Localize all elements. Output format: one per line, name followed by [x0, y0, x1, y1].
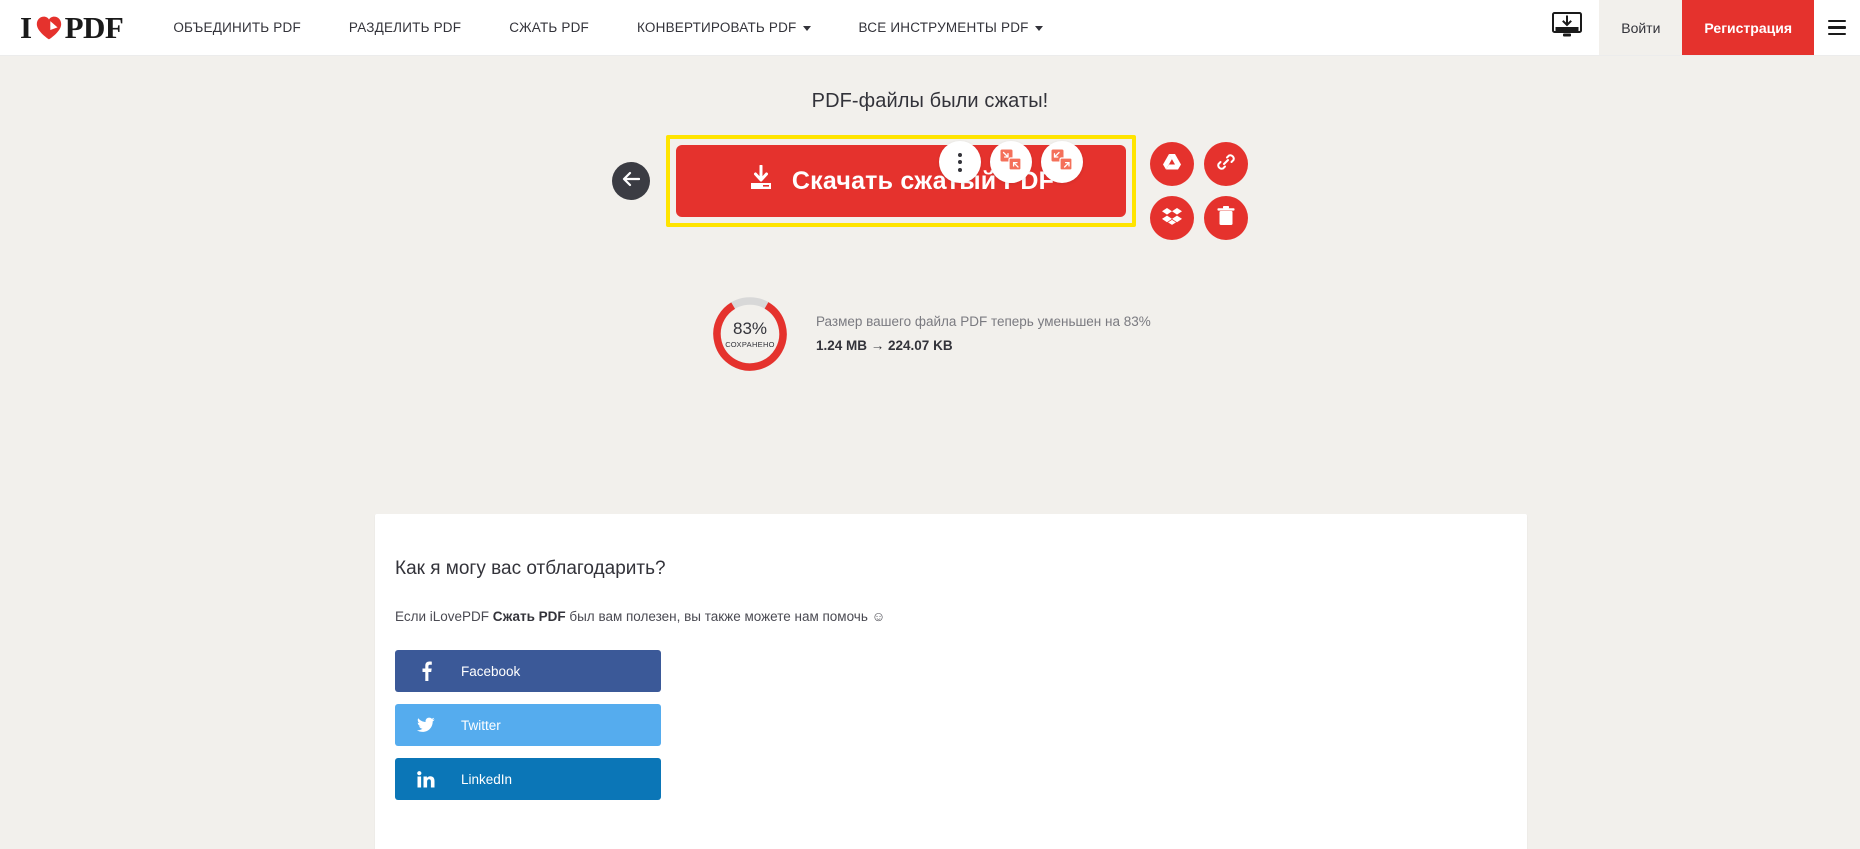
thank-you-card: Как я могу вас отблагодарить? Если iLove…	[375, 514, 1527, 849]
stats-text-block: Размер вашего файла PDF теперь уменьшен …	[816, 312, 1151, 357]
google-drive-button[interactable]	[1150, 142, 1194, 186]
card-title: Как я могу вас отблагодарить?	[395, 558, 666, 579]
stats-description: Размер вашего файла PDF теперь уменьшен …	[816, 313, 1151, 329]
card-subtitle-bold: Сжать PDF	[492, 609, 566, 624]
compress-icon	[1000, 149, 1022, 176]
logo-text-left: I	[20, 9, 32, 45]
side-action-buttons	[1150, 142, 1248, 240]
google-drive-icon	[1162, 153, 1182, 176]
signup-label: Регистрация	[1704, 19, 1792, 36]
page-title: PDF-файлы были сжаты!	[811, 90, 1049, 112]
savings-donut-chart: 83% СОХРАНЕНО	[710, 294, 790, 374]
nav-item-compress-pdf[interactable]: СЖАТЬ PDF	[485, 0, 613, 56]
share-facebook-button[interactable]: Facebook	[395, 650, 661, 693]
sub-action-buttons	[939, 141, 1083, 183]
nav-label: ОБЪЕДИНИТЬ PDF	[173, 19, 301, 35]
linkedin-icon	[417, 770, 435, 788]
share-linkedin-button[interactable]: LinkedIn	[395, 758, 661, 801]
nav-label: ВСЕ ИНСТРУМЕНТЫ PDF	[858, 19, 1029, 35]
compress-again-button[interactable]	[990, 141, 1032, 183]
more-options-icon	[958, 152, 962, 172]
nav-item-all-pdf-tools[interactable]: ВСЕ ИНСТРУМЕНТЫ PDF	[835, 0, 1067, 56]
nav-label: КОНВЕРТИРОВАТЬ PDF	[637, 19, 797, 35]
trash-icon	[1217, 205, 1235, 231]
compression-stats: 83% СОХРАНЕНО Размер вашего файла PDF те…	[0, 294, 1860, 374]
expand-button[interactable]	[1041, 141, 1083, 183]
copy-link-button[interactable]	[1204, 142, 1248, 186]
main-navigation: ОБЪЕДИНИТЬ PDF РАЗДЕЛИТЬ PDF СЖАТЬ PDF К…	[149, 0, 1066, 55]
back-button[interactable]	[612, 162, 650, 200]
heart-icon	[36, 15, 62, 41]
chevron-down-icon	[1034, 26, 1043, 31]
nav-item-convert-pdf[interactable]: КОНВЕРТИРОВАТЬ PDF	[613, 0, 835, 56]
facebook-icon	[417, 661, 435, 682]
logo-text-right: PDF	[64, 9, 124, 45]
donut-svg	[713, 297, 787, 371]
nav-label: СЖАТЬ PDF	[509, 19, 590, 35]
download-section: Скачать сжатый PDF	[0, 135, 1860, 240]
desktop-download-icon	[1552, 12, 1583, 43]
card-subtitle-part2: был вам полезен, вы также можете нам пом…	[565, 609, 886, 624]
card-subtitle: Если iLovePDF Сжать PDF был вам полезен,…	[395, 606, 895, 628]
hamburger-menu-icon[interactable]	[1814, 0, 1860, 55]
site-header: I PDF ОБЪЕДИНИТЬ PDF РАЗДЕЛИТЬ PDF СЖАТЬ…	[0, 0, 1860, 56]
card-subtitle-part1: Если iLovePDF	[395, 609, 493, 624]
more-options-button[interactable]	[939, 141, 981, 183]
share-twitter-button[interactable]: Twitter	[395, 704, 661, 747]
social-label: Twitter	[461, 717, 501, 733]
expand-icon	[1051, 149, 1073, 176]
stats-size-change: 1.24 MB → 224.07 KB	[816, 337, 953, 353]
desktop-app-button[interactable]	[1535, 0, 1599, 55]
twitter-icon	[417, 717, 435, 733]
header-right-group: Войти Регистрация	[1535, 0, 1860, 55]
dropbox-icon	[1162, 207, 1182, 230]
login-button[interactable]: Войти	[1599, 0, 1683, 55]
nav-item-merge-pdf[interactable]: ОБЪЕДИНИТЬ PDF	[149, 0, 325, 56]
main-content: PDF-файлы были сжаты! Скачать сжатый PDF…	[0, 56, 1860, 849]
link-icon	[1216, 152, 1236, 177]
social-label: LinkedIn	[461, 771, 513, 787]
download-icon	[748, 164, 774, 198]
signup-button[interactable]: Регистрация	[1682, 0, 1814, 55]
download-cluster: Скачать сжатый PDF	[612, 135, 1248, 240]
social-label: Facebook	[461, 663, 521, 679]
social-share-buttons: Facebook Twitter LinkedIn	[395, 650, 935, 801]
nav-item-split-pdf[interactable]: РАЗДЕЛИТЬ PDF	[325, 0, 485, 56]
ilovepdf-logo[interactable]: I PDF	[0, 0, 149, 55]
dropbox-button[interactable]	[1150, 196, 1194, 240]
login-label: Войти	[1621, 19, 1661, 36]
delete-button[interactable]	[1204, 196, 1248, 240]
chevron-down-icon	[802, 26, 811, 31]
nav-label: РАЗДЕЛИТЬ PDF	[348, 19, 462, 35]
arrow-left-icon	[622, 171, 641, 192]
